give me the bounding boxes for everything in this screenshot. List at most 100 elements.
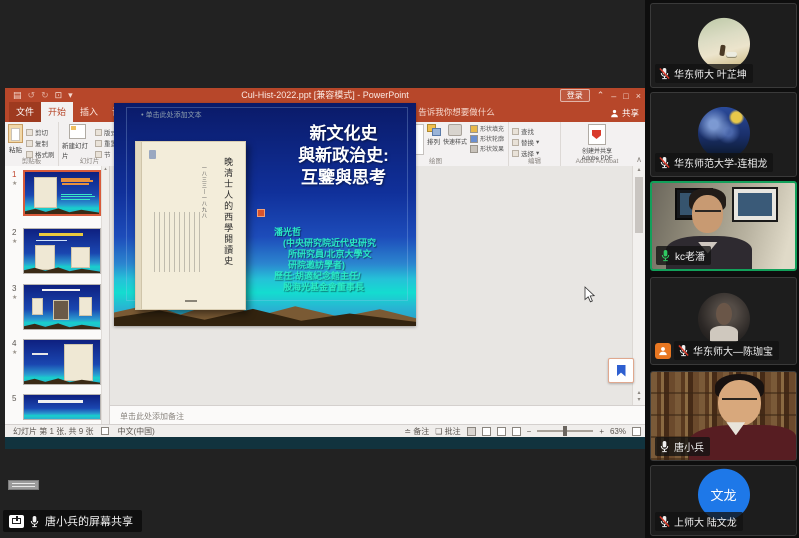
tell-me-box[interactable]: 告诉我你想要做什么 xyxy=(401,103,501,122)
person-icon xyxy=(610,109,619,118)
previous-slide-icon[interactable]: ▴ xyxy=(633,390,645,397)
participant-tile-3-active-speaker[interactable]: kc老潘 xyxy=(650,181,797,271)
red-marker xyxy=(257,209,265,217)
thumbnail-row-3: 3 ★ xyxy=(5,284,109,334)
slide-thumbnail-1[interactable] xyxy=(23,170,101,216)
book-text-grid xyxy=(154,212,202,272)
thumb-number: 2 xyxy=(12,228,16,237)
shape-fill-button[interactable]: 形状填充 xyxy=(470,124,504,133)
tab-file[interactable]: 文件 xyxy=(9,102,41,122)
participant-tile-4[interactable]: 华东师大—陈珈宝 xyxy=(650,277,797,365)
mic-muted-icon xyxy=(659,67,670,80)
participant-tile-2[interactable]: 华东师范大学-连相龙 xyxy=(650,92,797,177)
comments-toggle[interactable]: ❑ 批注 xyxy=(435,426,460,437)
book-publisher-mark xyxy=(185,300,197,302)
participant-name: 华东师大—陈珈宝 xyxy=(693,343,773,358)
bookmark-icon xyxy=(617,365,626,377)
screen-share-banner[interactable]: 唐小兵的屏幕共享 xyxy=(3,510,142,532)
avatar-initials: 文龙 xyxy=(710,485,736,504)
animation-star-icon: ★ xyxy=(12,349,17,356)
group-clipboard: 粘贴 剪切 复制 格式刷 剪贴板 xyxy=(5,122,59,166)
slide-thumbnail-3[interactable] xyxy=(23,284,101,330)
tab-home[interactable]: 开始 xyxy=(41,102,73,122)
zoom-slider-thumb[interactable] xyxy=(563,426,567,436)
undo-icon[interactable]: ↺ xyxy=(28,88,36,103)
zoom-level[interactable]: 63% xyxy=(610,427,626,436)
qat-customize-icon[interactable]: ▾ xyxy=(68,88,73,103)
animation-star-icon: ★ xyxy=(12,238,17,245)
status-bar: 幻灯片 第 1 张, 共 9 张 中文(中国) ≐ 备注 ❑ 批注 − + 63… xyxy=(5,424,645,437)
floating-toolbar-popup xyxy=(8,480,39,490)
pdf-icon xyxy=(588,124,606,145)
layout-icon xyxy=(95,129,102,136)
thumbnail-scrollbar[interactable]: ▴ xyxy=(101,166,109,424)
slide-sorter-view-icon[interactable] xyxy=(482,427,491,436)
thumb-number: 4 xyxy=(12,339,16,348)
copy-button[interactable]: 复制 xyxy=(26,138,55,148)
reading-view-icon[interactable] xyxy=(497,427,506,436)
share-button[interactable]: 共享 xyxy=(610,107,639,119)
zoom-out-icon[interactable]: − xyxy=(527,427,532,436)
ribbon-display-options-icon[interactable]: ⌃ xyxy=(597,90,605,101)
zoom-in-icon[interactable]: + xyxy=(599,427,604,436)
mic-muted-icon xyxy=(659,515,670,528)
thumbnail-row-5: 5 xyxy=(5,394,109,424)
tab-insert[interactable]: 插入 xyxy=(73,102,105,122)
shared-screen-powerpoint: ▤ ↺ ↻ ⊡ ▾ Cul-Hist-2022.ppt [兼容模式] - Pow… xyxy=(5,88,645,449)
participant-name: 上师大 陆文龙 xyxy=(674,514,737,529)
avatar xyxy=(698,293,750,345)
notes-toggle[interactable]: ≐ 备注 xyxy=(404,426,429,437)
participant-tile-1[interactable]: 华东师大 叶芷坤 xyxy=(650,3,797,88)
collapse-ribbon-icon[interactable]: ∧ xyxy=(636,155,642,164)
paste-button[interactable]: 粘贴 xyxy=(8,124,23,159)
thumb-number: 3 xyxy=(12,284,16,293)
scroll-up-icon[interactable]: ▴ xyxy=(633,166,645,175)
save-icon[interactable]: ▤ xyxy=(13,88,22,103)
find-button[interactable]: 查找 xyxy=(512,126,557,136)
slideshow-icon[interactable]: ⊡ xyxy=(55,88,63,103)
fit-slide-icon[interactable] xyxy=(632,427,641,436)
slide-thumbnail-4[interactable] xyxy=(23,339,101,385)
shape-outline-button[interactable]: 形状轮廓 xyxy=(470,134,504,143)
notes-pane[interactable]: 单击此处添加备注 xyxy=(110,405,645,424)
bookmark-popup[interactable] xyxy=(608,358,634,383)
redo-icon[interactable]: ↻ xyxy=(41,88,49,103)
slide-thumbnail-2[interactable] xyxy=(23,228,101,274)
quick-styles-button[interactable]: 快速样式 xyxy=(443,124,467,155)
maximize-icon[interactable]: □ xyxy=(623,91,628,101)
slideshow-view-icon[interactable] xyxy=(512,427,521,436)
scrollbar-thumb[interactable] xyxy=(635,177,643,233)
create-pdf-button[interactable]: 创建并共享 Adobe PDF xyxy=(564,124,630,162)
shape-effects-button[interactable]: 形状效果 xyxy=(470,144,504,153)
copy-icon xyxy=(26,140,33,147)
participant-tile-5[interactable]: 唐小兵 xyxy=(650,371,797,461)
thumb-number: 5 xyxy=(12,394,16,403)
slide-title-text[interactable]: 新文化史 與新政治史: 互鑒與思考 xyxy=(274,123,413,189)
slide-body-text[interactable]: 潘光哲 (中央研究院近代史研究 所研究員/北京大學文 研院邀訪學者) 歷任:胡適… xyxy=(274,227,414,293)
thumb-number: 1 xyxy=(12,170,16,179)
login-button[interactable]: 登录 xyxy=(560,89,590,102)
cut-button[interactable]: 剪切 xyxy=(26,127,55,137)
minimize-icon[interactable]: – xyxy=(611,91,616,101)
next-slide-icon[interactable]: ▾ xyxy=(633,397,645,404)
close-icon[interactable]: × xyxy=(636,91,641,101)
slide-text-placeholder[interactable]: • 单击此处添加文本 xyxy=(141,110,201,120)
animation-star-icon: ★ xyxy=(12,294,17,301)
current-slide-canvas[interactable]: • 单击此处添加文本 晚清士人的西學閱讀史 一八三三—一八九八 新文化史 與新政… xyxy=(114,103,416,326)
quick-styles-icon xyxy=(448,124,462,136)
replace-icon xyxy=(512,139,519,146)
zoom-slider[interactable] xyxy=(537,430,593,432)
normal-view-icon[interactable] xyxy=(467,427,476,436)
mic-muted-icon xyxy=(659,156,670,169)
new-slide-icon xyxy=(69,124,86,139)
book-title-calligraphy: 晚清士人的西學閱讀史 xyxy=(222,157,235,267)
book-cover-image[interactable]: 晚清士人的西學閱讀史 一八三三—一八九八 xyxy=(135,141,246,310)
accessibility-icon[interactable] xyxy=(101,427,109,435)
slide-thumbnail-5[interactable] xyxy=(23,394,101,420)
participant-name: 唐小兵 xyxy=(674,439,704,454)
arrange-button[interactable]: 排列 xyxy=(427,124,440,155)
participant-tile-6[interactable]: 文龙 上师大 陆文龙 xyxy=(650,465,797,536)
language-status[interactable]: 中文(中国) xyxy=(117,426,154,437)
quick-access-toolbar: ▤ ↺ ↻ ⊡ ▾ xyxy=(13,88,73,103)
replace-button[interactable]: 替换 ▾ xyxy=(512,137,557,147)
